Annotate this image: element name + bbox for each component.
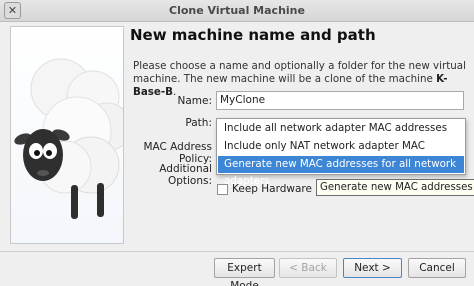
option-tooltip: Generate new MAC addresses for all n: [316, 179, 474, 196]
next-button[interactable]: Next >: [343, 258, 402, 278]
mac-option-include-nat[interactable]: Include only NAT network adapter MAC add…: [218, 138, 464, 169]
sheep-illustration: [10, 26, 124, 244]
mac-option-generate-new[interactable]: Generate new MAC addresses for all netwo…: [218, 156, 464, 187]
back-button[interactable]: < Back: [279, 258, 337, 278]
cancel-button[interactable]: Cancel: [408, 258, 466, 278]
name-label: Name:: [177, 95, 212, 107]
window-title: Clone Virtual Machine: [169, 4, 305, 17]
window-titlebar: ✕ Clone Virtual Machine: [0, 0, 474, 22]
path-label: Path:: [185, 117, 212, 129]
mac-policy-dropdown[interactable]: Include all network adapter MAC addresse…: [216, 118, 466, 187]
description-text: Please choose a name and optionally a fo…: [133, 60, 466, 85]
name-input[interactable]: MyClone: [216, 91, 464, 110]
mac-option-include-all[interactable]: Include all network adapter MAC addresse…: [218, 120, 464, 137]
mac-policy-label: MAC Address Policy:: [143, 141, 212, 165]
additional-options-label: Additional Options:: [159, 163, 212, 187]
button-separator: [0, 251, 474, 252]
expert-mode-button[interactable]: Expert Mode: [214, 258, 275, 286]
page-title: New machine name and path: [130, 26, 376, 44]
